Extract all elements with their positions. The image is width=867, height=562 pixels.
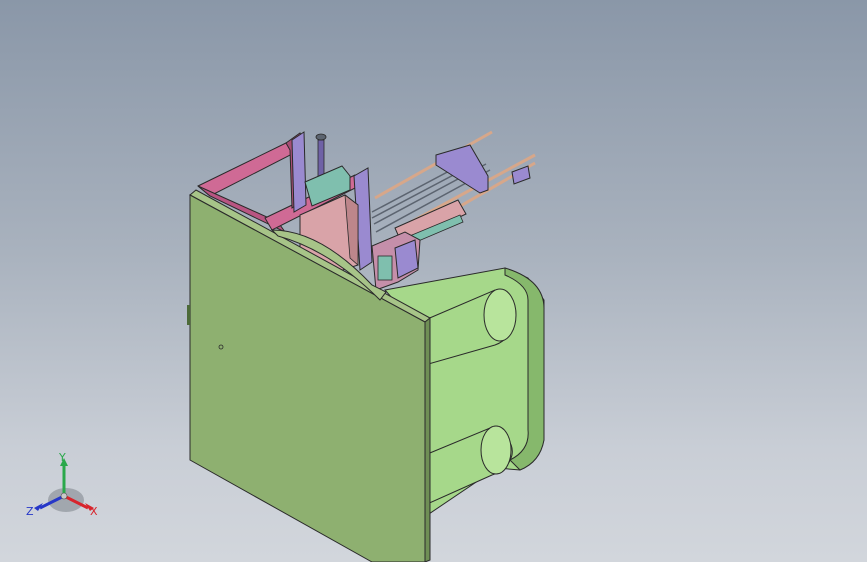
z-axis-label: Z [26, 505, 34, 518]
triad-origin [60, 492, 68, 500]
vertical-cylinder-cap [315, 133, 327, 141]
frame-top-bar[interactable] [197, 141, 301, 197]
base-plate-notch [187, 305, 190, 325]
graphics-viewport[interactable]: Y X Z [0, 0, 867, 562]
x-axis-label: X [90, 505, 98, 518]
cad-model[interactable] [0, 0, 867, 562]
base-plate-right-edge [424, 316, 431, 562]
orientation-triad[interactable]: Y X Z [24, 448, 108, 524]
guide-block-small [511, 165, 531, 185]
jaw-teal-plate [377, 255, 393, 281]
arm-lower-cylinder-end [480, 425, 512, 475]
arm-upper-cylinder-end [483, 288, 517, 342]
purple-upright-back [291, 131, 307, 213]
y-axis-label: Y [58, 451, 66, 464]
